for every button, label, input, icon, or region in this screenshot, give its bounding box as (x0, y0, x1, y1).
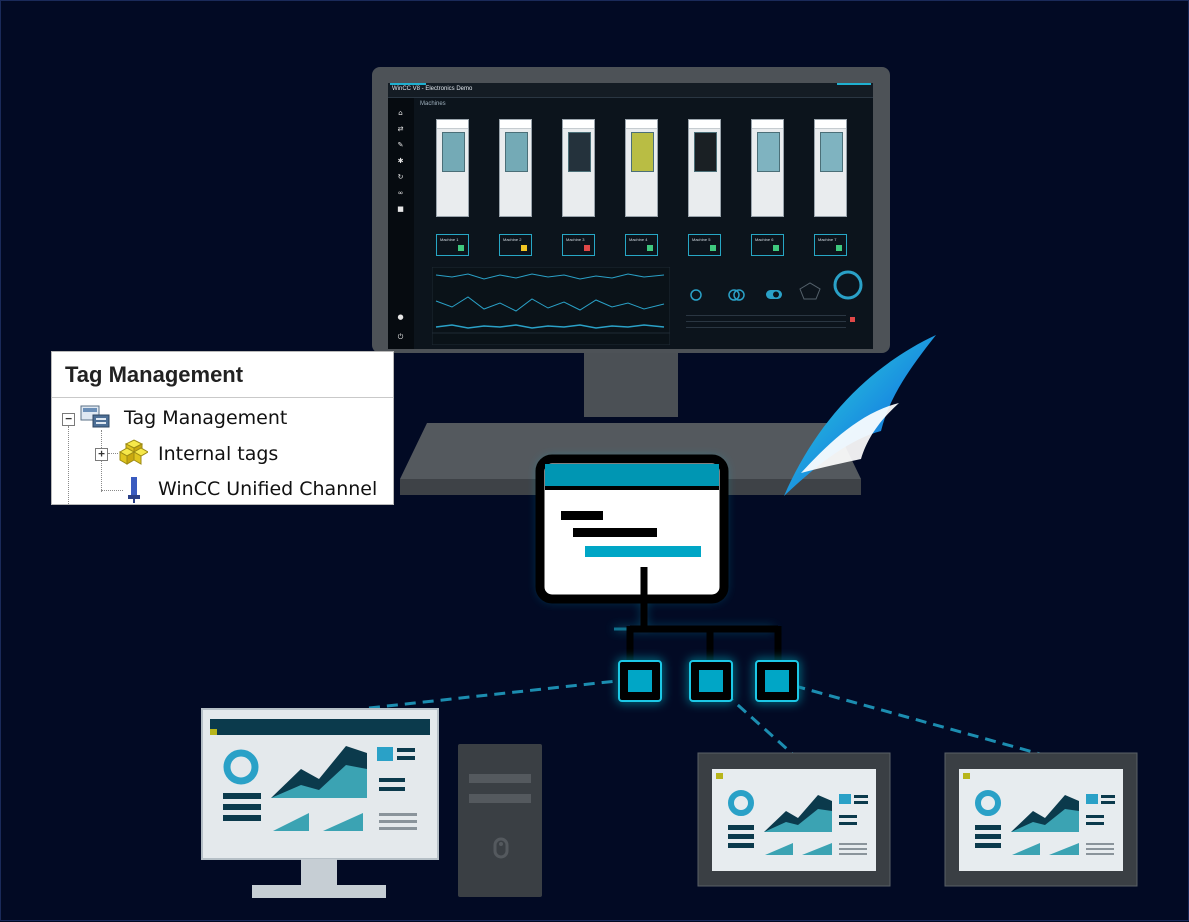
machine-window (694, 132, 717, 172)
machine-status-card[interactable]: Machine 2 (499, 234, 532, 256)
camera-icon[interactable]: ■ (397, 206, 404, 213)
machine-label: Machine 3 (566, 237, 585, 242)
transfer-icon[interactable]: ⇄ (397, 126, 404, 133)
gear-icon[interactable]: ✱ (397, 158, 404, 165)
machine-window (442, 132, 465, 172)
tree-node-tag-management[interactable]: Tag Management (124, 407, 287, 429)
desktop-pc-icon (201, 708, 439, 898)
machine-label: Machine 6 (755, 237, 774, 242)
machines-section-label: Machines (420, 101, 446, 107)
machine-window (505, 132, 528, 172)
tree-connector (108, 453, 118, 454)
tree-node-internal-tags[interactable]: Internal tags (158, 443, 278, 465)
machine-status-indicator (710, 245, 716, 251)
hmi-window-title: WinCC V8 - Electronics Demo (392, 86, 473, 92)
machine-status-indicator (773, 245, 779, 251)
hmi-screen: WinCC V8 - Electronics Demo ⌂ ⇄ ✎ ✱ ↻ ∞ … (388, 83, 873, 349)
channel-connector-icon (128, 477, 140, 503)
machine-status-indicator (836, 245, 842, 251)
machine-cap (563, 120, 594, 129)
machine-status-indicator (647, 245, 653, 251)
glasses-icon[interactable]: ∞ (397, 190, 404, 197)
machine-tile[interactable] (814, 119, 847, 217)
titlebar-accent (837, 83, 871, 85)
diagram-canvas: WinCC V8 - Electronics Demo ⌂ ⇄ ✎ ✱ ↻ ∞ … (0, 0, 1189, 921)
hmi-panel-icon (697, 752, 891, 887)
status-widgets (686, 270, 863, 328)
machine-status-indicator (521, 245, 527, 251)
wrench-icon[interactable]: ✎ (397, 142, 404, 149)
hierarchy-server-icon (535, 454, 799, 702)
machine-tile[interactable] (436, 119, 469, 217)
tag-table-icon (80, 405, 110, 428)
tree-connector (68, 426, 69, 504)
machine-label: Machine 4 (629, 237, 648, 242)
machine-tile[interactable] (751, 119, 784, 217)
machine-status-indicator (458, 245, 464, 251)
tree-node-winccu-channel[interactable]: WinCC Unified Channel (158, 478, 377, 500)
machine-tile[interactable] (499, 119, 532, 217)
power-icon[interactable]: ⏻ (397, 334, 404, 341)
tag-management-panel: Tag Management − Tag Management + Intern… (51, 351, 394, 505)
home-icon[interactable]: ⌂ (397, 110, 404, 117)
trend-chart (432, 267, 670, 345)
expand-toggle[interactable]: + (95, 448, 108, 461)
machine-cap (815, 120, 846, 129)
machine-cap (437, 120, 468, 129)
tree-connector (101, 490, 123, 491)
panel-separator (52, 397, 393, 398)
machine-status-card[interactable]: Machine 6 (751, 234, 784, 256)
hmi-titlebar: WinCC V8 - Electronics Demo (388, 83, 873, 98)
machine-label: Machine 1 (440, 237, 459, 242)
machine-label: Machine 2 (503, 237, 522, 242)
machine-status-card[interactable]: Machine 3 (562, 234, 595, 256)
machine-window (631, 132, 654, 172)
machine-status-card[interactable]: Machine 5 (688, 234, 721, 256)
machine-status-indicator (584, 245, 590, 251)
machine-label: Machine 5 (692, 237, 711, 242)
machine-status-card[interactable]: Machine 4 (625, 234, 658, 256)
machine-status-card[interactable]: Machine 1 (436, 234, 469, 256)
machine-status-card[interactable]: Machine 7 (814, 234, 847, 256)
machine-cap (689, 120, 720, 129)
machine-cap (752, 120, 783, 129)
machine-tile[interactable] (562, 119, 595, 217)
panel-title: Tag Management (65, 362, 244, 387)
sync-icon[interactable]: ↻ (397, 174, 404, 181)
machine-window (820, 132, 843, 172)
machine-cap (500, 120, 531, 129)
machine-label: Machine 7 (818, 237, 837, 242)
machine-window (757, 132, 780, 172)
hmi-sidebar: ⌂ ⇄ ✎ ✱ ↻ ∞ ■ ● ⏻ (388, 98, 414, 349)
tree-connector (101, 430, 102, 492)
collapse-toggle[interactable]: − (62, 413, 75, 426)
machine-tile[interactable] (688, 119, 721, 217)
machine-tile[interactable] (625, 119, 658, 217)
internal-tags-icon (118, 439, 148, 465)
shark-fin-icon (784, 335, 936, 496)
hmi-panel-icon (944, 752, 1138, 887)
pc-tower-icon (458, 744, 542, 897)
info-icon[interactable]: ● (397, 314, 404, 321)
machine-cap (626, 120, 657, 129)
titlebar-accent (390, 83, 426, 85)
machine-window (568, 132, 591, 172)
